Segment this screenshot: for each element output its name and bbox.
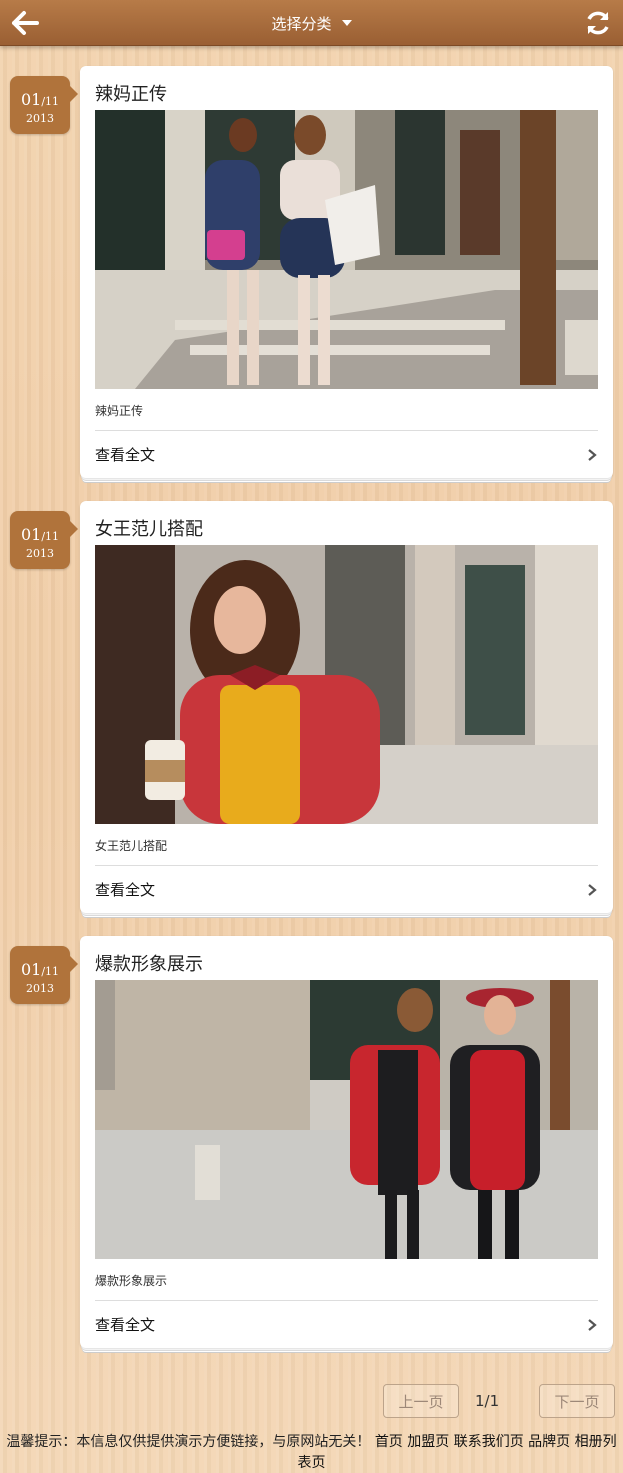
footer-link-brand[interactable]: 品牌页	[528, 1434, 570, 1450]
refresh-icon	[587, 11, 609, 35]
date-badge: 01/11 2013	[10, 946, 78, 1004]
read-more-link[interactable]: 查看全文	[95, 431, 598, 478]
post-title[interactable]: 爆款形象展示	[95, 950, 203, 976]
post-card: 爆款形象展示 爆款形象展示 查看全文	[80, 936, 613, 1348]
read-more-link[interactable]: 查看全文	[95, 866, 598, 913]
read-more-label: 查看全文	[95, 446, 156, 464]
post-summary: 女王范儿搭配	[95, 839, 168, 853]
post-image[interactable]	[95, 980, 598, 1259]
post-summary: 爆款形象展示	[95, 1274, 168, 1288]
chevron-right-icon	[588, 883, 597, 896]
category-selector-label: 选择分类	[271, 14, 332, 33]
read-more-label: 查看全文	[95, 1316, 156, 1334]
category-selector[interactable]: 选择分类	[0, 0, 623, 46]
footer-link-home[interactable]: 首页	[375, 1434, 403, 1450]
street-photo	[95, 980, 598, 1259]
post-title[interactable]: 辣妈正传	[95, 80, 167, 106]
prev-page-button[interactable]: 上一页	[383, 1384, 459, 1418]
date-day-month: 01/11	[20, 90, 60, 109]
post-title[interactable]: 女王范儿搭配	[95, 515, 203, 541]
date-day-month: 01/11	[20, 960, 60, 979]
street-photo	[95, 545, 598, 824]
footer: 温馨提示：本信息仅供提供演示方便链接，与原网站无关！ 首页 加盟页 联系我们页 …	[0, 1432, 623, 1473]
post-card: 女王范儿搭配 女王范儿搭配 查看全文	[80, 501, 613, 913]
date-badge: 01/11 2013	[10, 511, 78, 569]
post-image[interactable]	[95, 545, 598, 824]
footer-link-join[interactable]: 加盟页	[407, 1434, 449, 1450]
caret-down-icon	[341, 20, 352, 26]
pagination: 上一页 1/1 下一页	[0, 1384, 623, 1418]
chevron-right-icon	[588, 1318, 597, 1331]
read-more-link[interactable]: 查看全文	[95, 1301, 598, 1348]
footer-notice: 温馨提示：本信息仅供提供演示方便链接，与原网站无关！	[6, 1434, 371, 1450]
refresh-button[interactable]	[581, 7, 615, 39]
date-year: 2013	[26, 982, 54, 995]
next-page-button[interactable]: 下一页	[539, 1384, 615, 1418]
read-more-label: 查看全文	[95, 881, 156, 899]
date-year: 2013	[26, 112, 54, 125]
post-image[interactable]	[95, 110, 598, 389]
post-card: 辣妈正传 辣妈正传 查看全文	[80, 66, 613, 478]
chevron-right-icon	[588, 448, 597, 461]
date-day-month: 01/11	[20, 525, 60, 544]
date-badge: 01/11 2013	[10, 76, 78, 134]
page-indicator: 1/1	[475, 1392, 500, 1410]
post-summary: 辣妈正传	[95, 404, 144, 418]
street-photo	[95, 110, 598, 389]
footer-link-contact[interactable]: 联系我们页	[454, 1434, 524, 1450]
date-year: 2013	[26, 547, 54, 560]
top-bar: 选择分类	[0, 0, 623, 46]
